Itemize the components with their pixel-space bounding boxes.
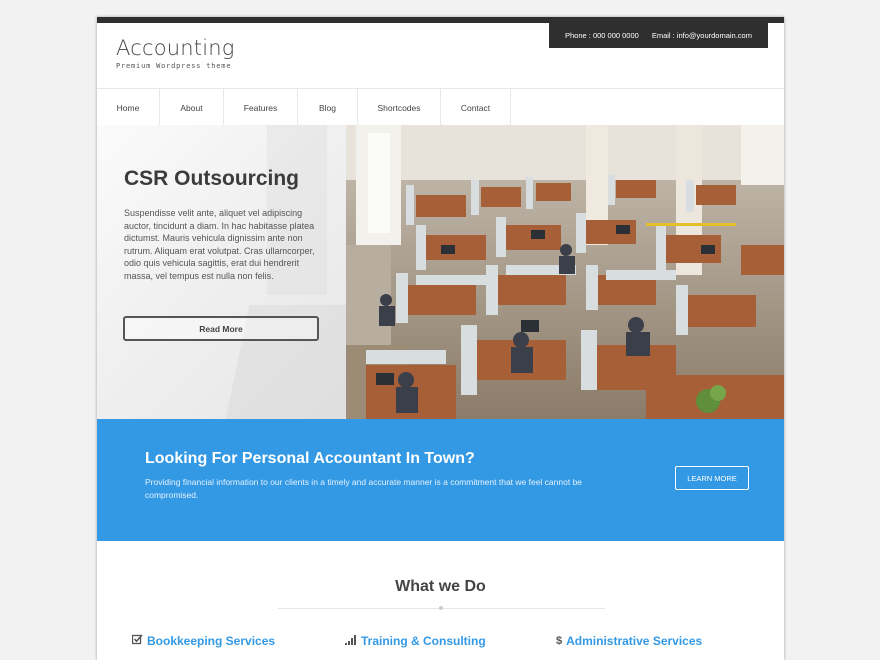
office-photo-illustration xyxy=(346,125,784,419)
nav-item-features[interactable]: Features xyxy=(224,89,298,126)
nav-item-home[interactable]: Home xyxy=(97,89,160,126)
cta-banner: Looking For Personal Accountant In Town?… xyxy=(97,419,784,541)
hero-title: CSR Outsourcing xyxy=(124,167,300,190)
logo-title: Accounting xyxy=(116,36,235,60)
nav-item-about[interactable]: About xyxy=(160,89,224,126)
read-more-button[interactable]: Read More xyxy=(123,316,319,341)
nav-item-shortcodes[interactable]: Shortcodes xyxy=(358,89,441,126)
hero-text-panel: CSR Outsourcing Suspendisse velit ante, … xyxy=(97,125,346,419)
page: Phone : 000 000 0000 Email : info@yourdo… xyxy=(97,17,784,660)
nav-item-contact[interactable]: Contact xyxy=(441,89,511,126)
service-administrative[interactable]: $ Administrative Services xyxy=(556,634,702,648)
service-label: Training & Consulting xyxy=(361,634,486,648)
office-cubicles-photo xyxy=(346,125,784,419)
learn-more-button[interactable]: LEARN MORE xyxy=(675,466,749,490)
banner-text: Providing financial information to our c… xyxy=(145,477,583,500)
section-title: What we Do xyxy=(395,578,486,595)
divider-dot xyxy=(439,606,443,610)
phone-text: Phone : 000 000 0000 xyxy=(565,31,639,40)
service-label: Bookkeeping Services xyxy=(147,634,276,648)
hero-slider: CSR Outsourcing Suspendisse velit ante, … xyxy=(97,125,784,419)
checkbox-icon xyxy=(131,634,143,648)
nav-item-blog[interactable]: Blog xyxy=(298,89,358,126)
logo[interactable]: Accounting Premium Wordpress theme xyxy=(116,36,235,71)
service-label: Administrative Services xyxy=(566,634,703,648)
email-text[interactable]: Email : info@yourdomain.com xyxy=(652,31,752,40)
logo-subtitle: Premium Wordpress theme xyxy=(116,62,232,70)
service-training[interactable]: Training & Consulting xyxy=(345,634,486,648)
main-nav: Home About Features Blog Shortcodes Cont… xyxy=(97,88,784,127)
hero-description: Suspendisse velit ante, aliquet vel adip… xyxy=(124,208,315,281)
signal-bars-icon xyxy=(345,634,357,648)
service-bookkeeping[interactable]: Bookkeeping Services xyxy=(131,634,276,648)
dollar-icon: $ xyxy=(556,635,563,647)
banner-title: Looking For Personal Accountant In Town? xyxy=(145,450,475,467)
contact-info: Phone : 000 000 0000 Email : info@yourdo… xyxy=(549,23,768,48)
